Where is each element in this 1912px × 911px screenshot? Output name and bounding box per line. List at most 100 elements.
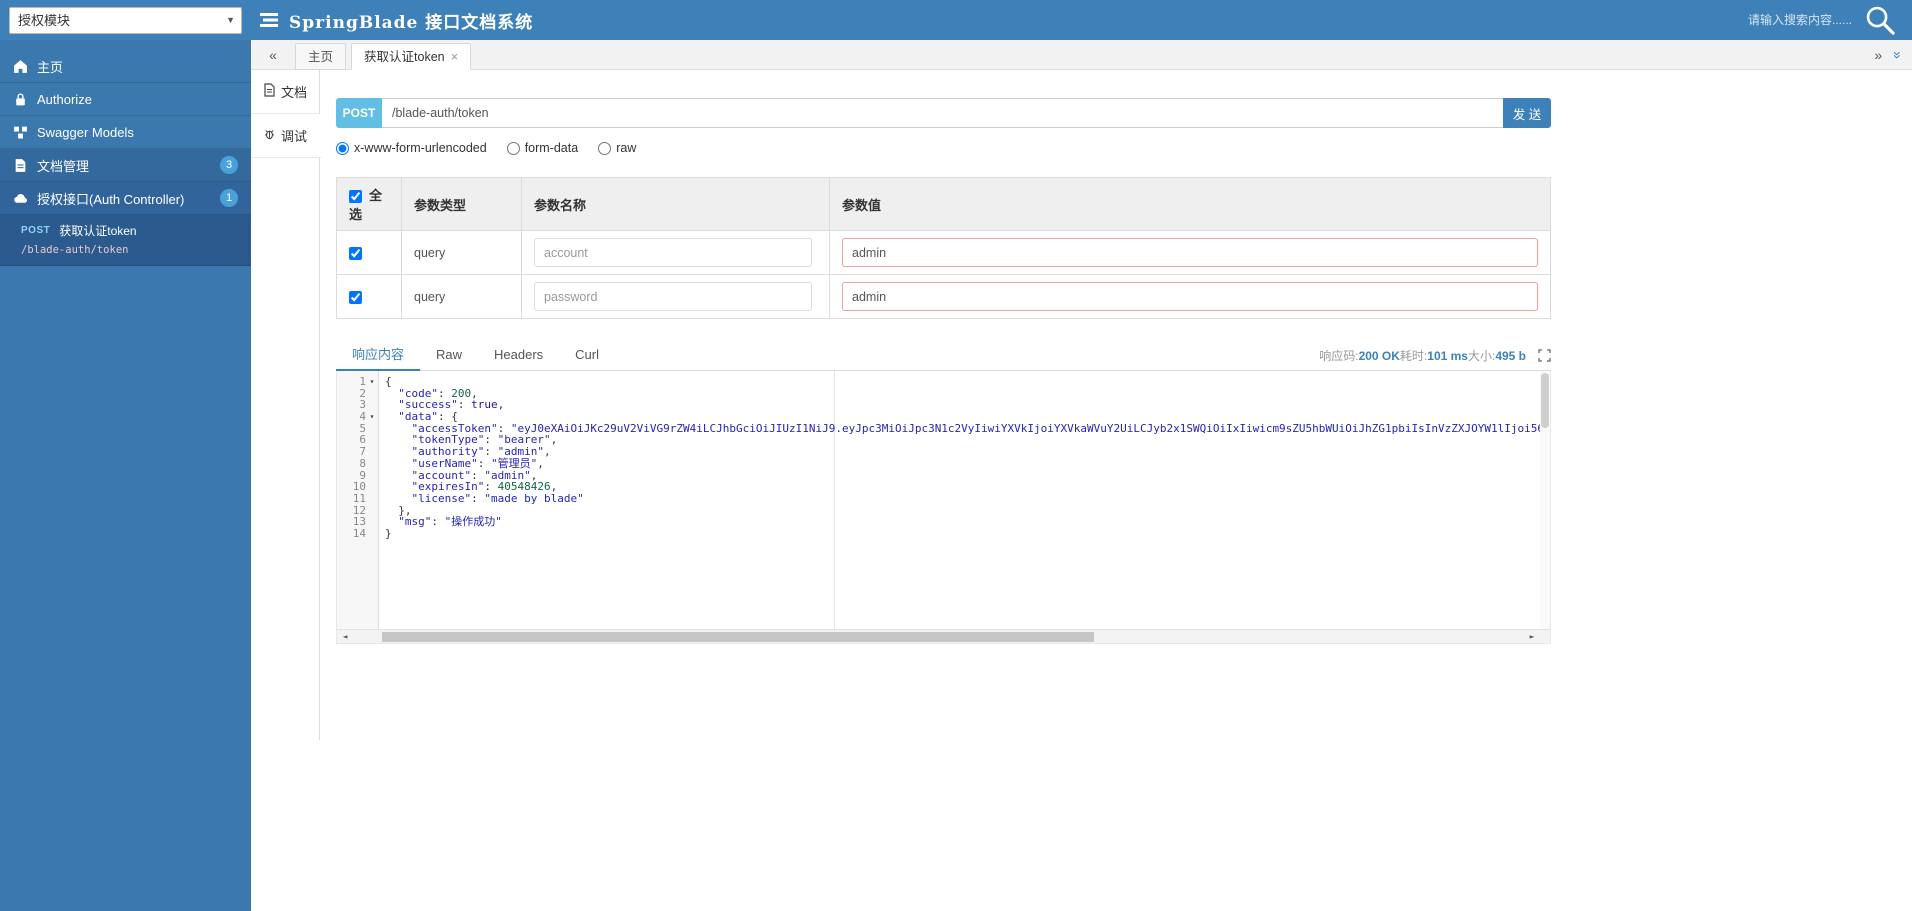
sidebar-item-label: Swagger Models	[37, 125, 134, 140]
sidebar-item-label: 主页	[37, 57, 63, 76]
param-name-input[interactable]	[534, 238, 812, 267]
param-row-password: query	[337, 275, 1551, 319]
content-type-label: x-www-form-urlencoded	[354, 141, 487, 155]
tab-debug[interactable]: 调试	[251, 114, 321, 158]
tab-close-icon[interactable]: ×	[451, 44, 459, 70]
tabs-list-toggle-icon[interactable]: »	[1890, 51, 1906, 59]
size-value: 495 b	[1495, 349, 1526, 363]
gutter-line: 2	[337, 388, 378, 400]
column-header: 参数类型	[402, 178, 522, 231]
module-select-wrap: 授权模块 ▼	[9, 7, 242, 34]
debug-icon	[263, 127, 276, 144]
param-table-header-row: 全选 参数类型 参数名称 参数值	[337, 178, 1551, 231]
tab-raw[interactable]: Raw	[420, 341, 478, 371]
tab-label: 主页	[308, 44, 333, 70]
content-type-option[interactable]: x-www-form-urlencoded	[336, 141, 487, 155]
request-url-row: POST 发 送	[336, 98, 1551, 128]
doc-count-badge: 3	[220, 156, 238, 174]
gutter-line: 7	[337, 446, 378, 458]
param-value-input[interactable]	[842, 282, 1538, 311]
doc-tab-label: 文档	[281, 82, 307, 101]
app-title: SpringBlade 接口文档系统	[289, 8, 533, 33]
gutter-line: 11	[337, 493, 378, 505]
debug-panel: POST 发 送 x-www-form-urlencoded form-data	[320, 70, 1912, 911]
hscroll-thumb[interactable]	[382, 632, 1094, 642]
param-name-input[interactable]	[534, 282, 812, 311]
fold-icon[interactable]: ▾	[366, 411, 378, 423]
content-type-radio[interactable]	[598, 142, 611, 155]
tab-document[interactable]: 文档	[251, 70, 319, 114]
sidebar-item-label: 授权接口(Auth Controller)	[37, 189, 184, 208]
brand: SpringBlade 接口文档系统	[260, 8, 533, 33]
sidebar-item-auth-controller[interactable]: 授权接口(Auth Controller) 1	[0, 182, 251, 215]
sidebar-operation-get-token[interactable]: POST 获取认证token /blade-auth/token	[0, 215, 251, 266]
editor-hscrollbar[interactable]: ◄ ►	[337, 629, 1550, 643]
doc-tab-label: 调试	[281, 126, 307, 145]
method-label: POST	[336, 98, 382, 128]
tab-headers[interactable]: Headers	[478, 341, 559, 371]
code-line: "code": 200,	[385, 388, 1540, 400]
sidebar-item-label: Authorize	[37, 92, 92, 107]
tab-response-content[interactable]: 响应内容	[336, 341, 420, 371]
gutter-line: 14	[337, 528, 378, 540]
tabbar-right: » »	[1874, 40, 1902, 70]
request-url-input[interactable]	[382, 98, 1503, 128]
tab-home[interactable]: 主页	[295, 43, 346, 70]
response-tabs: 响应内容 Raw Headers Curl 响应码: 200 OK 耗时: 10…	[336, 341, 1551, 371]
tab-curl[interactable]: Curl	[559, 341, 615, 371]
param-row-account: query	[337, 231, 1551, 275]
sidebar-item-label: 文档管理	[37, 156, 89, 175]
response-section: 响应内容 Raw Headers Curl 响应码: 200 OK 耗时: 10…	[336, 341, 1551, 644]
content-type-option[interactable]: form-data	[507, 141, 579, 155]
code-line: "tokenType": "bearer",	[385, 434, 1540, 446]
gutter-line: 5	[337, 423, 378, 435]
sidebar-item-swagger-models[interactable]: Swagger Models	[0, 116, 251, 149]
content-type-options: x-www-form-urlencoded form-data raw	[336, 141, 1551, 155]
code-line: {	[385, 376, 1540, 388]
content-type-radio[interactable]	[336, 142, 349, 155]
time-label: 耗时:	[1400, 347, 1427, 364]
code-line: "license": "made by blade"	[385, 493, 1540, 505]
sidebar-item-authorize[interactable]: Authorize	[0, 83, 251, 116]
param-row-checkbox[interactable]	[349, 247, 362, 260]
tab-get-token[interactable]: 获取认证token ×	[351, 43, 471, 70]
lock-icon	[13, 92, 28, 107]
tab-bar: « 主页 获取认证token × » »	[251, 40, 1912, 70]
vscroll-thumb[interactable]	[1541, 373, 1549, 428]
column-header: 参数名称	[522, 178, 830, 231]
sidebar-item-home[interactable]: 主页	[0, 50, 251, 83]
content-type-radio[interactable]	[507, 142, 520, 155]
fullscreen-icon[interactable]	[1538, 349, 1551, 362]
tabs-scroll-left-icon[interactable]: «	[251, 40, 295, 69]
scroll-left-icon[interactable]: ◄	[337, 630, 353, 643]
brand-logo-icon	[260, 12, 280, 28]
select-all-checkbox[interactable]	[349, 190, 362, 203]
editor-gutter: 1▾234▾567891011121314	[337, 371, 379, 629]
code-line: "accessToken": "eyJ0eXAiOiJKc29uV2ViVG9r…	[385, 423, 1540, 435]
document-icon	[13, 158, 28, 173]
editor-vscrollbar[interactable]	[1540, 371, 1550, 629]
module-select[interactable]: 授权模块	[9, 7, 242, 34]
fold-icon[interactable]: ▾	[366, 376, 378, 388]
code-line: "userName": "管理员",	[385, 458, 1540, 470]
models-icon	[13, 125, 28, 140]
gutter-line: 4▾	[337, 411, 378, 423]
send-button[interactable]: 发 送	[1503, 98, 1551, 128]
gutter-line: 6	[337, 434, 378, 446]
code-line: "authority": "admin",	[385, 446, 1540, 458]
app-header: 授权模块 ▼ SpringBlade 接口文档系统	[0, 0, 1912, 40]
scroll-right-icon[interactable]: ►	[1524, 630, 1540, 643]
content-type-option[interactable]: raw	[598, 141, 636, 155]
param-row-checkbox[interactable]	[349, 291, 362, 304]
search-input[interactable]	[1702, 13, 1852, 27]
time-value: 101 ms	[1427, 349, 1468, 363]
operation-method-label: POST	[21, 225, 50, 236]
param-type: query	[402, 231, 522, 275]
param-value-input[interactable]	[842, 238, 1538, 267]
code-line: }	[385, 528, 1540, 540]
tab-label: 获取认证token	[364, 44, 445, 70]
search-icon[interactable]	[1864, 4, 1896, 36]
sidebar-item-doc-management[interactable]: 文档管理 3	[0, 149, 251, 182]
home-icon	[13, 59, 28, 74]
tabs-scroll-right-icon[interactable]: »	[1874, 47, 1882, 63]
